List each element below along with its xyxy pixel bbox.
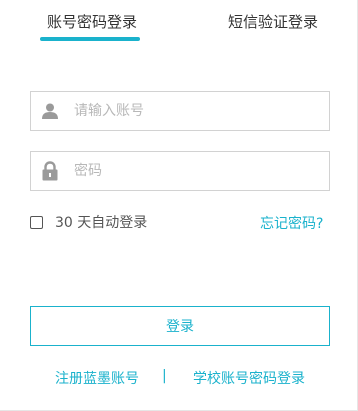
school-login-link[interactable]: 学校账号密码登录 xyxy=(193,368,305,388)
login-panel: 账号密码登录 短信验证登录 30 天自动登录 忘记密码? 登录 注册蓝墨账号 xyxy=(0,0,358,411)
tab-sms-login[interactable]: 短信验证登录 xyxy=(228,11,318,32)
register-link[interactable]: 注册蓝墨账号 xyxy=(55,368,139,388)
forgot-password-link[interactable]: 忘记密码? xyxy=(260,213,323,233)
username-field[interactable] xyxy=(30,91,330,131)
link-separator: | xyxy=(162,368,167,384)
footer-links: 注册蓝墨账号 | 学校账号密码登录 xyxy=(0,368,358,388)
login-button[interactable]: 登录 xyxy=(30,306,330,346)
lock-icon xyxy=(40,161,60,181)
password-field[interactable] xyxy=(30,151,330,191)
password-input[interactable] xyxy=(74,156,314,186)
username-input[interactable] xyxy=(74,96,314,126)
active-tab-indicator xyxy=(40,37,140,41)
remember-me-checkbox[interactable] xyxy=(30,215,43,229)
user-icon xyxy=(40,101,60,121)
remember-me[interactable]: 30 天自动登录 xyxy=(30,213,147,231)
tab-account-login[interactable]: 账号密码登录 xyxy=(47,11,137,32)
login-tabs: 账号密码登录 短信验证登录 xyxy=(0,0,358,44)
remember-me-label: 30 天自动登录 xyxy=(55,215,148,231)
